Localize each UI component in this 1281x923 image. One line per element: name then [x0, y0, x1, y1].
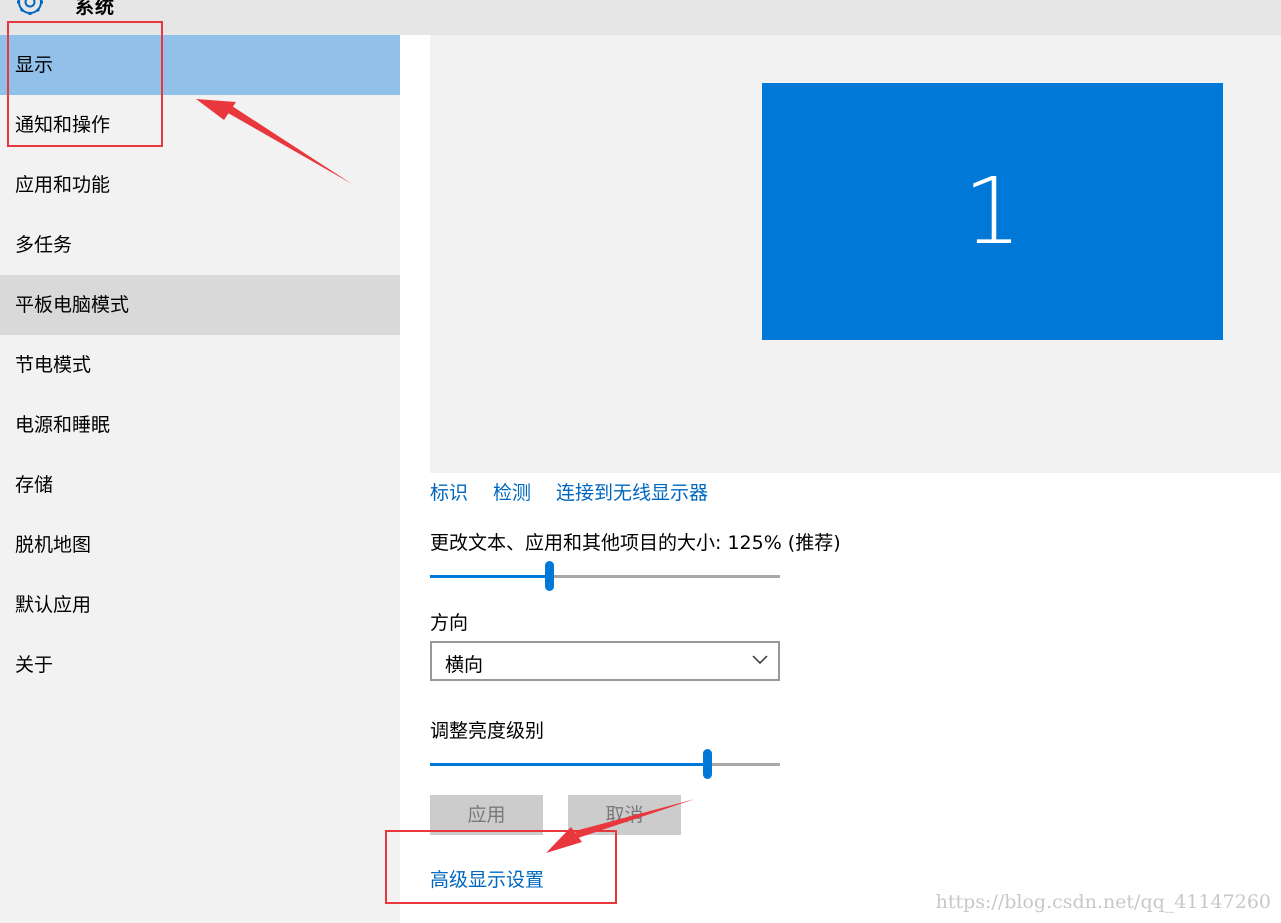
monitor-tile[interactable]: 1: [762, 83, 1223, 340]
sidebar-item-multitasking[interactable]: 多任务: [0, 215, 400, 275]
sidebar-item-battery-saver[interactable]: 节电模式: [0, 335, 400, 395]
sidebar: 显示 通知和操作 应用和功能 多任务 平板电脑模式 节电模式 电源和睡眠 存储 …: [0, 35, 400, 923]
sidebar-item-offline-maps[interactable]: 脱机地图: [0, 515, 400, 575]
sidebar-item-power-sleep[interactable]: 电源和睡眠: [0, 395, 400, 455]
orientation-dropdown[interactable]: 横向: [430, 641, 780, 681]
sidebar-item-apps[interactable]: 应用和功能: [0, 155, 400, 215]
sidebar-item-storage[interactable]: 存储: [0, 455, 400, 515]
sidebar-item-tablet-mode[interactable]: 平板电脑模式: [0, 275, 400, 335]
sidebar-item-default-apps[interactable]: 默认应用: [0, 575, 400, 635]
brightness-slider[interactable]: [430, 749, 780, 779]
orientation-label: 方向: [430, 612, 469, 634]
apply-button[interactable]: 应用: [430, 795, 543, 835]
scale-slider-fill: [430, 575, 549, 578]
brightness-slider-fill: [430, 763, 707, 766]
detect-link[interactable]: 检测: [493, 478, 531, 505]
title-bar: 系统: [0, 0, 1281, 35]
cancel-button[interactable]: 取消: [568, 795, 681, 835]
window-title: 系统: [75, 0, 116, 18]
sidebar-item-about[interactable]: 关于: [0, 635, 400, 695]
display-preview-area: 1: [430, 35, 1281, 473]
connect-wireless-display-link[interactable]: 连接到无线显示器: [556, 478, 708, 505]
gear-icon: [17, 0, 43, 15]
watermark: https://blog.csdn.net/qq_41147260: [935, 891, 1271, 913]
orientation-value: 横向: [445, 654, 484, 676]
scale-slider-thumb[interactable]: [545, 561, 554, 591]
annotation-box-advanced: [385, 830, 617, 904]
brightness-slider-thumb[interactable]: [702, 749, 712, 779]
scale-label: 更改文本、应用和其他项目的大小: 125% (推荐): [430, 532, 841, 554]
identify-link[interactable]: 标识: [430, 478, 468, 505]
brightness-label: 调整亮度级别: [430, 720, 545, 742]
annotation-box-display: [7, 21, 163, 147]
scale-slider[interactable]: [430, 561, 780, 591]
chevron-down-icon: [752, 655, 768, 665]
